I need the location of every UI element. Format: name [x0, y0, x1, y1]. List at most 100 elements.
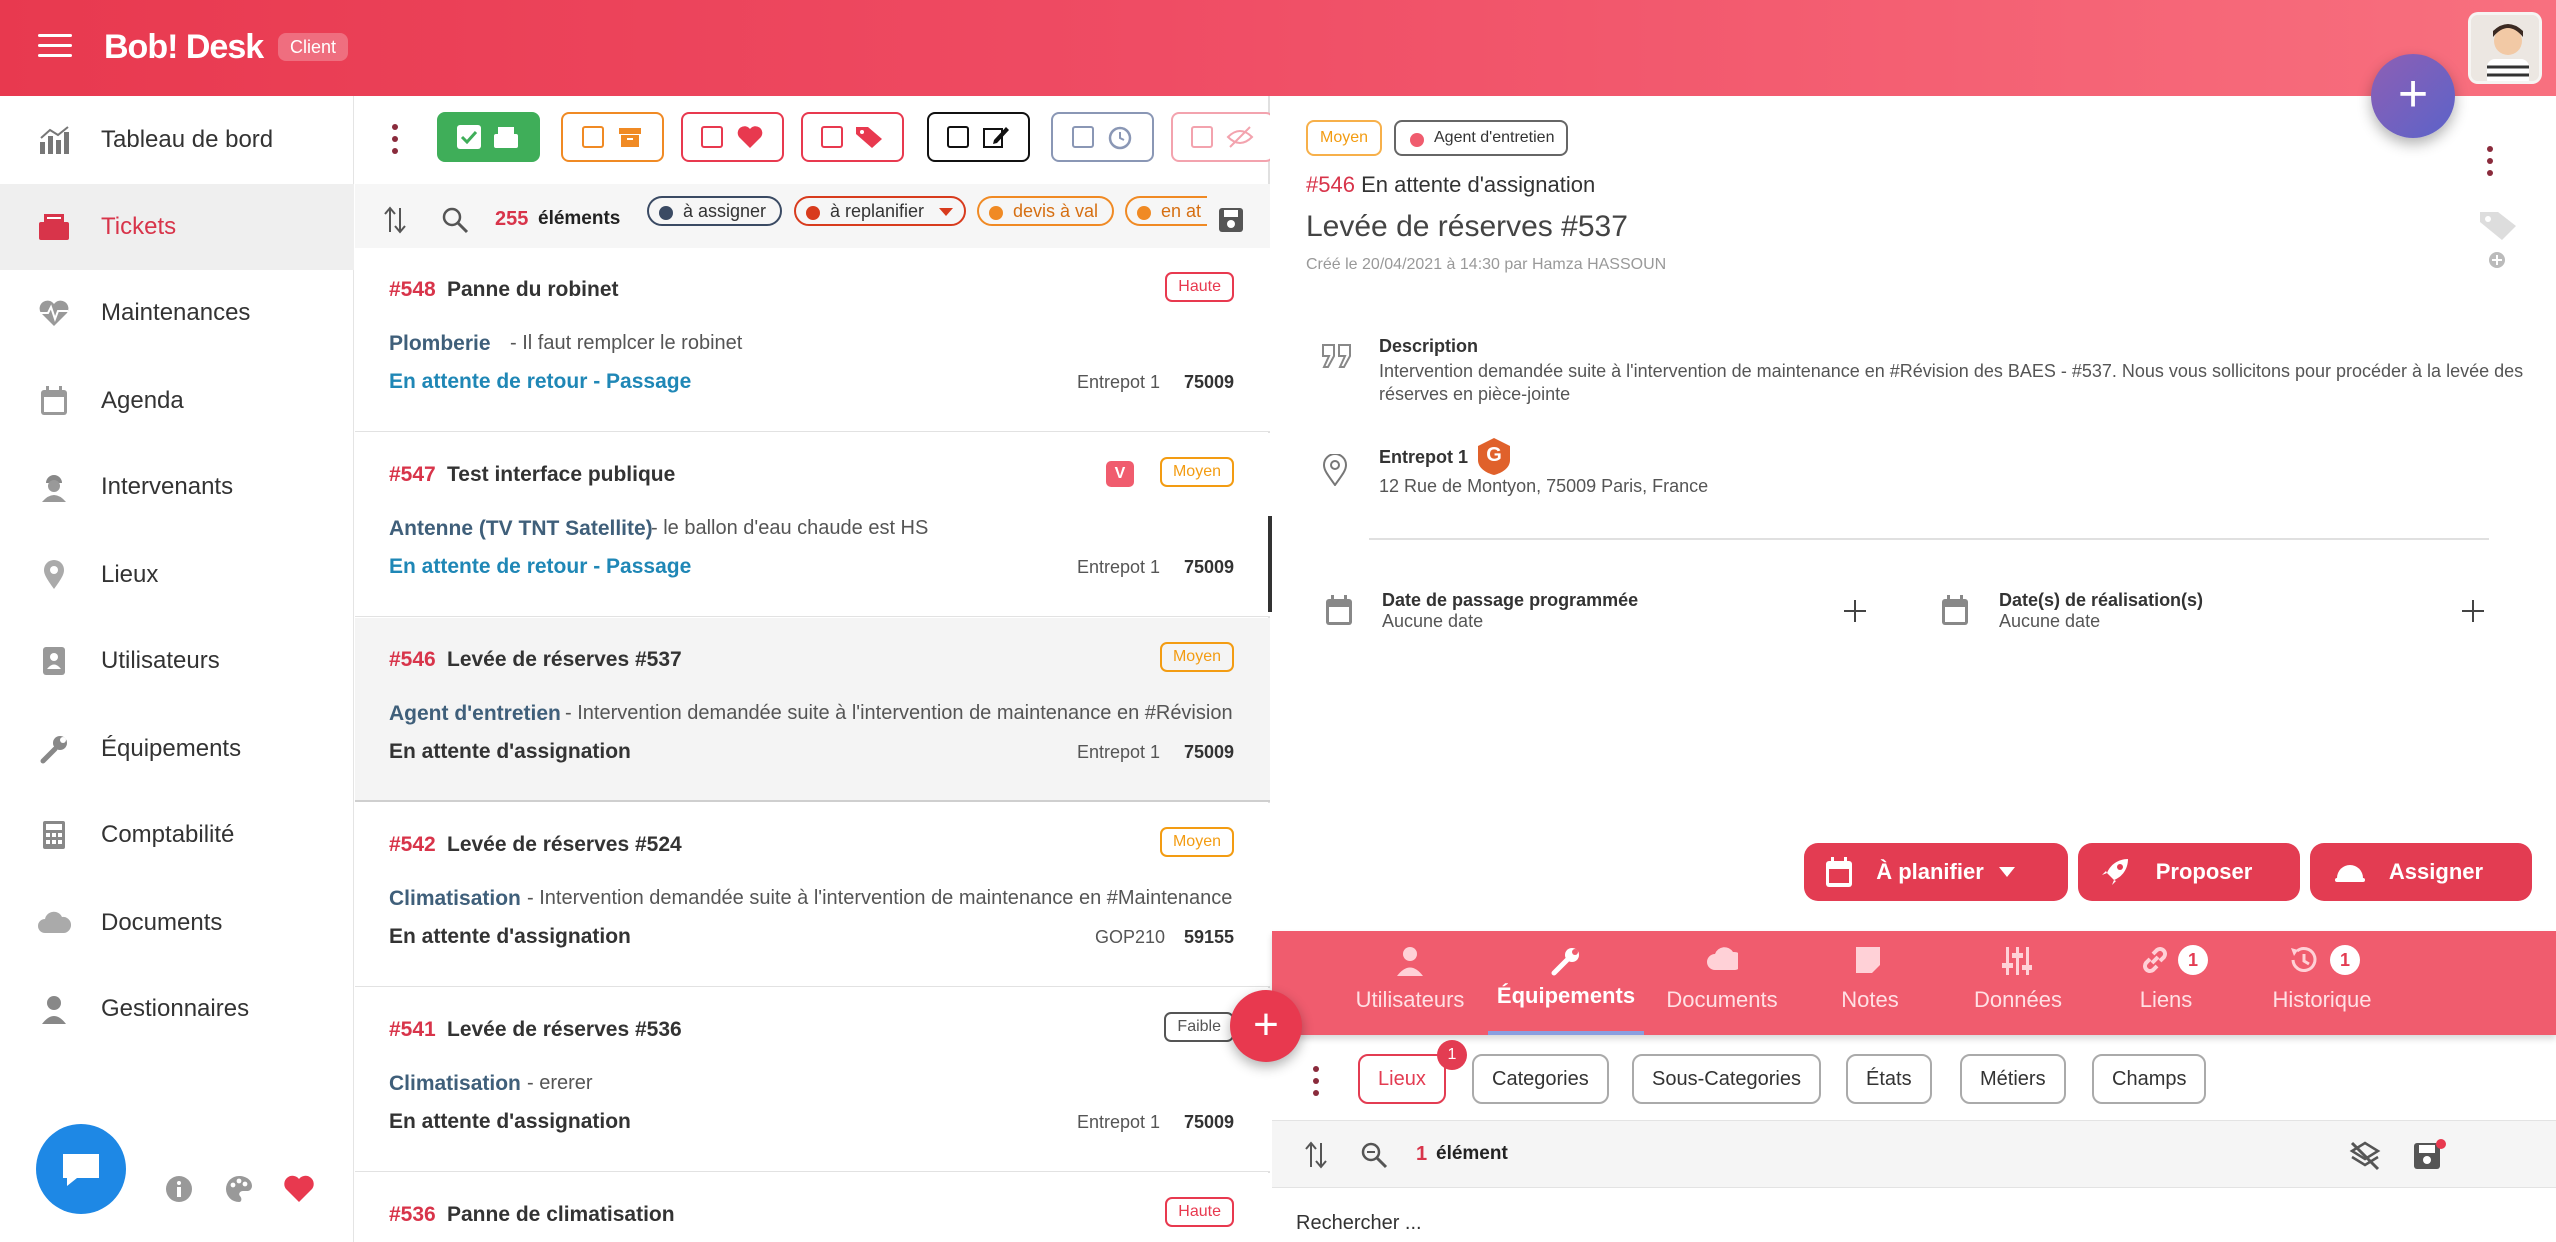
planned-date-value: Aucune date: [1382, 611, 1484, 631]
palette-icon[interactable]: [224, 1174, 256, 1206]
sidebar-item-maintenances[interactable]: Maintenances: [0, 270, 354, 356]
tag-icon[interactable]: [2478, 208, 2518, 242]
menu-icon[interactable]: [38, 34, 72, 60]
tab-notes[interactable]: Notes: [1800, 931, 1940, 1035]
ticket-row[interactable]: #548 Panne du robinet Haute Plomberie - …: [355, 248, 1270, 432]
more-options-icon[interactable]: [391, 124, 399, 160]
detail-tabs: Utilisateurs Équipements Documents Notes…: [1272, 931, 2556, 1035]
hardhat-icon: [2335, 865, 2365, 882]
alarm-icon: [1109, 126, 1132, 150]
chevron-down-icon: [1998, 867, 2015, 877]
subtab-categories[interactable]: Categories: [1472, 1054, 1609, 1104]
priority-tag[interactable]: Moyen: [1306, 120, 1383, 156]
cloud-icon: [36, 905, 72, 941]
place-name[interactable]: Entrepot 1: [1379, 447, 1468, 468]
chat-button[interactable]: [36, 1124, 126, 1214]
ticket-row[interactable]: #541 Levée de réserves #536 Faible Clima…: [355, 988, 1270, 1172]
ticket-location: Entrepot 1: [1077, 1112, 1161, 1132]
ticket-title: Panne du robinet: [447, 278, 619, 301]
plan-button[interactable]: À planifier: [1804, 843, 2068, 901]
save-icon[interactable]: [1217, 206, 1245, 234]
sidebar-item-utilisateurs[interactable]: Utilisateurs: [0, 618, 354, 704]
filter-edit-button[interactable]: [927, 112, 1030, 162]
priority-badge: Moyen: [1159, 827, 1234, 857]
sort-icon[interactable]: [383, 206, 407, 234]
sidebar-item-label: Tickets: [101, 213, 177, 240]
calendar-icon: [1326, 595, 1352, 625]
search-input[interactable]: Rechercher ...: [1296, 1212, 1422, 1235]
chip-en-attente[interactable]: en at: [1125, 196, 1207, 226]
sidebar-item-tickets[interactable]: Tickets: [0, 184, 354, 270]
detail-more-icon[interactable]: [2486, 146, 2494, 182]
tab-donnees[interactable]: Données: [1940, 931, 2096, 1035]
subtab-more-icon[interactable]: [1312, 1066, 1320, 1102]
zoom-out-icon[interactable]: [1360, 1141, 1388, 1169]
sidebar-item-label: Documents: [101, 909, 223, 936]
subtab-metiers[interactable]: Métiers: [1960, 1054, 2066, 1104]
lieux-count-badge: 1: [1437, 1040, 1467, 1070]
assign-button[interactable]: Assigner: [2310, 843, 2532, 901]
sidebar-item-equipements[interactable]: Équipements: [0, 706, 354, 792]
chip-a-replanifier[interactable]: à replanifier: [794, 196, 967, 226]
add-planned-date-icon[interactable]: [1842, 598, 1868, 624]
propose-button[interactable]: Proposer: [2078, 843, 2300, 901]
tab-historique[interactable]: 1 Historique: [2236, 931, 2408, 1035]
filter-tags-button[interactable]: [801, 112, 904, 162]
sidebar-item-label: Utilisateurs: [101, 647, 220, 674]
subtab-sous-categories[interactable]: Sous-Categories: [1632, 1054, 1821, 1104]
sidebar-item-label: Tableau de bord: [101, 126, 274, 153]
filter-maintenance-button[interactable]: [681, 112, 784, 162]
sidebar-item-intervenants[interactable]: Intervenants: [0, 444, 354, 530]
tab-utilisateurs[interactable]: Utilisateurs: [1332, 931, 1488, 1035]
app-logo[interactable]: Bob! Desk: [104, 28, 264, 67]
sidebar-item-gestionnaires[interactable]: Gestionnaires: [0, 966, 354, 1052]
tab-liens[interactable]: 1 Liens: [2096, 931, 2236, 1035]
add-tag-icon[interactable]: [2487, 250, 2507, 270]
sidebar-item-documents[interactable]: Documents: [0, 880, 354, 966]
ticket-row-selected[interactable]: #546 Levée de réserves #537 Moyen Agent …: [355, 618, 1270, 802]
tab-equipements[interactable]: Équipements: [1488, 931, 1644, 1035]
heartbeat-icon: [737, 126, 763, 148]
ticket-zip: 75009: [1183, 742, 1234, 762]
save-icon[interactable]: [2412, 1139, 2446, 1171]
category-tag[interactable]: Agent d'entretien: [1394, 120, 1569, 156]
chip-a-assigner[interactable]: à assigner: [647, 196, 783, 226]
calendar-check-icon: [1942, 595, 1968, 625]
eye-slash-icon: [1226, 126, 1254, 148]
ticket-number: #547: [389, 463, 436, 486]
sort-icon[interactable]: [1304, 1141, 1328, 1169]
sidebar-item-lieux[interactable]: Lieux: [0, 532, 354, 618]
filter-alarm-button[interactable]: [1051, 112, 1154, 162]
inbox-icon: [36, 209, 72, 245]
chip-devis-a-valider[interactable]: devis à val: [977, 196, 1115, 226]
filter-hidden-button[interactable]: [1171, 112, 1270, 162]
info-icon[interactable]: [164, 1174, 196, 1206]
ticket-location: Entrepot 1: [1077, 742, 1161, 762]
manager-icon: [36, 991, 72, 1027]
filter-archive-button[interactable]: [561, 112, 664, 162]
subtab-lieux[interactable]: Lieux: [1358, 1054, 1446, 1104]
sidebar-item-dashboard[interactable]: Tableau de bord: [0, 97, 354, 183]
ticket-row[interactable]: #536 Panne de climatisation Haute: [355, 1173, 1270, 1242]
subtab-champs[interactable]: Champs: [2092, 1054, 2207, 1104]
subtab-etats[interactable]: États: [1846, 1054, 1932, 1104]
filter-all-button[interactable]: [437, 112, 540, 162]
heart-icon[interactable]: [283, 1174, 315, 1206]
cloud-icon: [1707, 947, 1738, 970]
ticket-row[interactable]: #547 Test interface publique V Moyen Ant…: [355, 433, 1270, 617]
ticket-row[interactable]: #542 Levée de réserves #524 Moyen Climat…: [355, 803, 1270, 987]
layers-slash-icon[interactable]: [2348, 1139, 2382, 1171]
ticket-category: Climatisation: [389, 1072, 521, 1095]
sidebar-item-agenda[interactable]: Agenda: [0, 358, 354, 444]
priority-badge: Moyen: [1159, 457, 1234, 487]
sidebar-item-comptabilite[interactable]: Comptabilité: [0, 792, 354, 878]
sidebar-item-label: Agenda: [101, 387, 184, 414]
user-avatar[interactable]: [2468, 12, 2542, 84]
add-done-date-icon[interactable]: [2460, 598, 2486, 624]
search-icon[interactable]: [441, 206, 469, 234]
tab-documents[interactable]: Documents: [1644, 931, 1800, 1035]
wrench-icon: [1551, 948, 1579, 976]
create-button[interactable]: +: [2371, 54, 2455, 138]
ticket-category: Plomberie: [389, 332, 491, 355]
add-item-button[interactable]: +: [1230, 990, 1302, 1062]
